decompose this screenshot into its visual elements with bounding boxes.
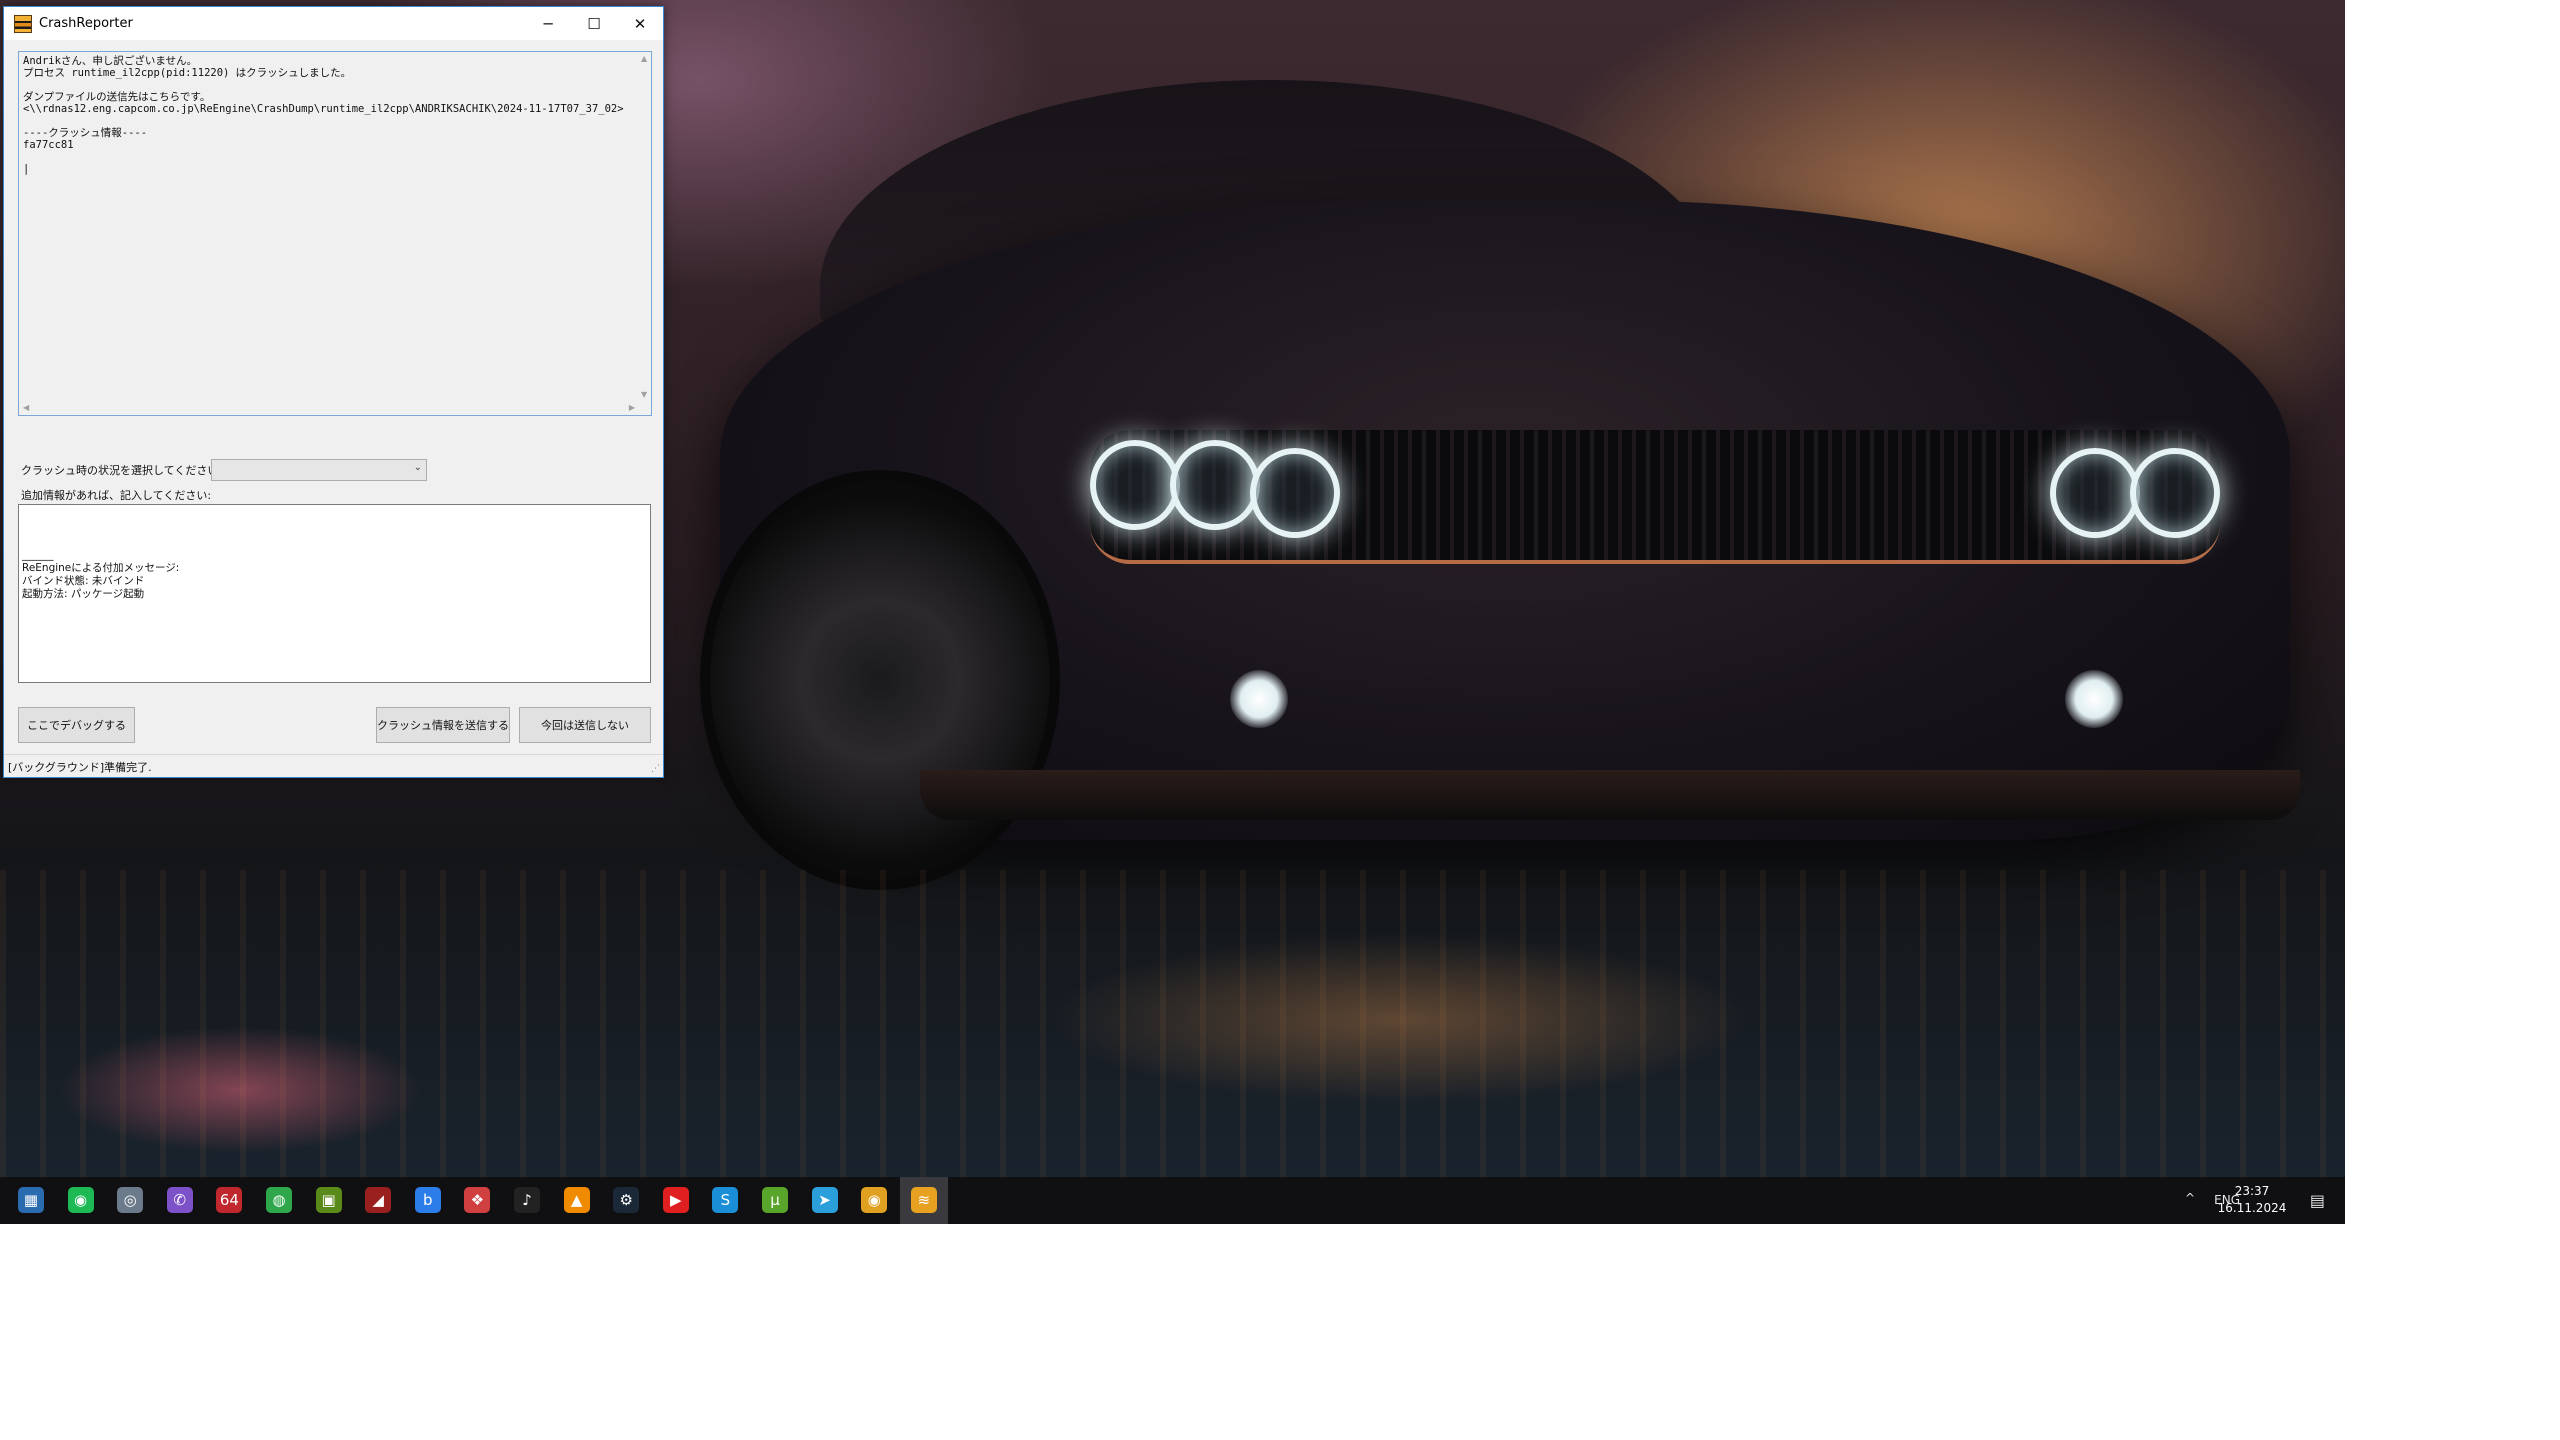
headlight [2050, 448, 2140, 538]
taskbar: ▦ ◉ ◎ ✆ 64 ◍ ▣ ◢ b ❖ ♪ ▲ ⚙ ▶ Sµ ➤ ◉ ≋ ^ ENG 23:37 16.11.2… [0, 1177, 2345, 1224]
headlight [2130, 448, 2220, 538]
horizontal-scrollbar[interactable]: ◀ ▶ [19, 401, 639, 415]
resize-grip-icon[interactable]: ⋰ [651, 764, 660, 774]
car-splitter [920, 770, 2300, 820]
nvidia-icon[interactable]: ▣ [315, 1187, 342, 1213]
steam-icon[interactable]: ⚙ [613, 1187, 640, 1213]
headlight [1170, 440, 1260, 530]
foglight [2065, 670, 2123, 728]
scroll-down-icon[interactable]: ▼ [641, 390, 647, 399]
chrome-icon[interactable]: ◉ [861, 1187, 888, 1213]
crashreporter-taskbar-icon[interactable]: ≋ [910, 1187, 937, 1213]
clock[interactable]: 23:37 16.11.2024 [2217, 1183, 2287, 1217]
scroll-up-icon[interactable]: ▲ [641, 54, 647, 63]
additional-info-textarea[interactable]: ______ ReEngineによる付加メッセージ: バインド状態: 未バインド… [18, 504, 651, 683]
razer-icon[interactable]: ◍ [266, 1187, 292, 1213]
tray-chevron-icon[interactable]: ^ [2185, 1191, 2195, 1238]
send-crash-info-button[interactable]: クラッシュ情報を送信する [376, 707, 510, 743]
scroll-left-icon[interactable]: ◀ [23, 403, 29, 412]
spotify-icon[interactable]: ◉ [67, 1187, 94, 1213]
headlight [1090, 440, 1180, 530]
debug-here-button[interactable]: ここでデバッグする [18, 707, 135, 743]
notification-center-icon[interactable]: ▤ [2310, 1191, 2325, 1238]
scroll-right-icon[interactable]: ▶ [629, 403, 635, 412]
foglight [1230, 670, 1288, 728]
vertical-scrollbar[interactable]: ▲ ▼ [639, 52, 651, 401]
youtube-icon[interactable]: ▶ [662, 1187, 689, 1213]
telegram-icon[interactable]: ➤ [811, 1187, 838, 1213]
clock-time: 23:37 [2234, 1184, 2270, 1198]
crash-report-textarea[interactable]: Andrikさん、申し訳ございません。 プロセス runtime_il2cpp(… [18, 51, 652, 416]
msi-afterburner-icon[interactable]: ◢ [365, 1187, 392, 1213]
crash-reporter-window: CrashReporter ─ ☐ ✕ Andrikさん、申し訳ございません。 … [3, 6, 664, 778]
app-icon [14, 14, 32, 33]
skype-icon[interactable]: S [712, 1187, 739, 1213]
vlc-icon[interactable]: ▲ [563, 1187, 590, 1213]
situation-dropdown[interactable]: ⌄ [211, 459, 427, 481]
additional-info-label: 追加情報があれば、記入してください: [21, 489, 212, 502]
status-text: [バックグラウンド]準備完了. [8, 761, 152, 774]
bing-icon[interactable]: b [414, 1187, 441, 1213]
headlight [1250, 448, 1340, 538]
calculator-icon[interactable]: ▦ [18, 1187, 44, 1213]
status-bar: [バックグラウンド]準備完了. ⋰ [4, 754, 663, 777]
chrome-beta-icon[interactable]: ◎ [117, 1187, 144, 1213]
dont-send-button[interactable]: 今回は送信しない [519, 707, 651, 743]
tiktok-icon[interactable]: ♪ [514, 1187, 540, 1213]
clock-date: 16.11.2024 [2217, 1201, 2287, 1215]
utorrent-icon[interactable]: µ [762, 1187, 788, 1213]
aida64-icon[interactable]: 64 [216, 1187, 243, 1213]
crash-report-text: Andrikさん、申し訳ございません。 プロセス runtime_il2cpp(… [23, 55, 624, 175]
chevron-down-icon: ⌄ [413, 462, 422, 473]
close-button[interactable]: ✕ [617, 7, 663, 40]
photos-icon[interactable]: ❖ [464, 1187, 491, 1213]
situation-label: クラッシュ時の状況を選択してください: [21, 464, 223, 477]
title-bar[interactable]: CrashReporter ─ ☐ ✕ [4, 7, 663, 40]
minimize-button[interactable]: ─ [525, 7, 571, 40]
car-wheel [700, 470, 1060, 890]
viber-icon[interactable]: ✆ [166, 1187, 193, 1213]
maximize-button[interactable]: ☐ [571, 7, 617, 40]
window-title: CrashReporter [39, 16, 133, 31]
wet-road-reflection [0, 870, 2345, 1200]
additional-info-text: ______ ReEngineによる付加メッセージ: バインド状態: 未バインド… [22, 549, 180, 600]
